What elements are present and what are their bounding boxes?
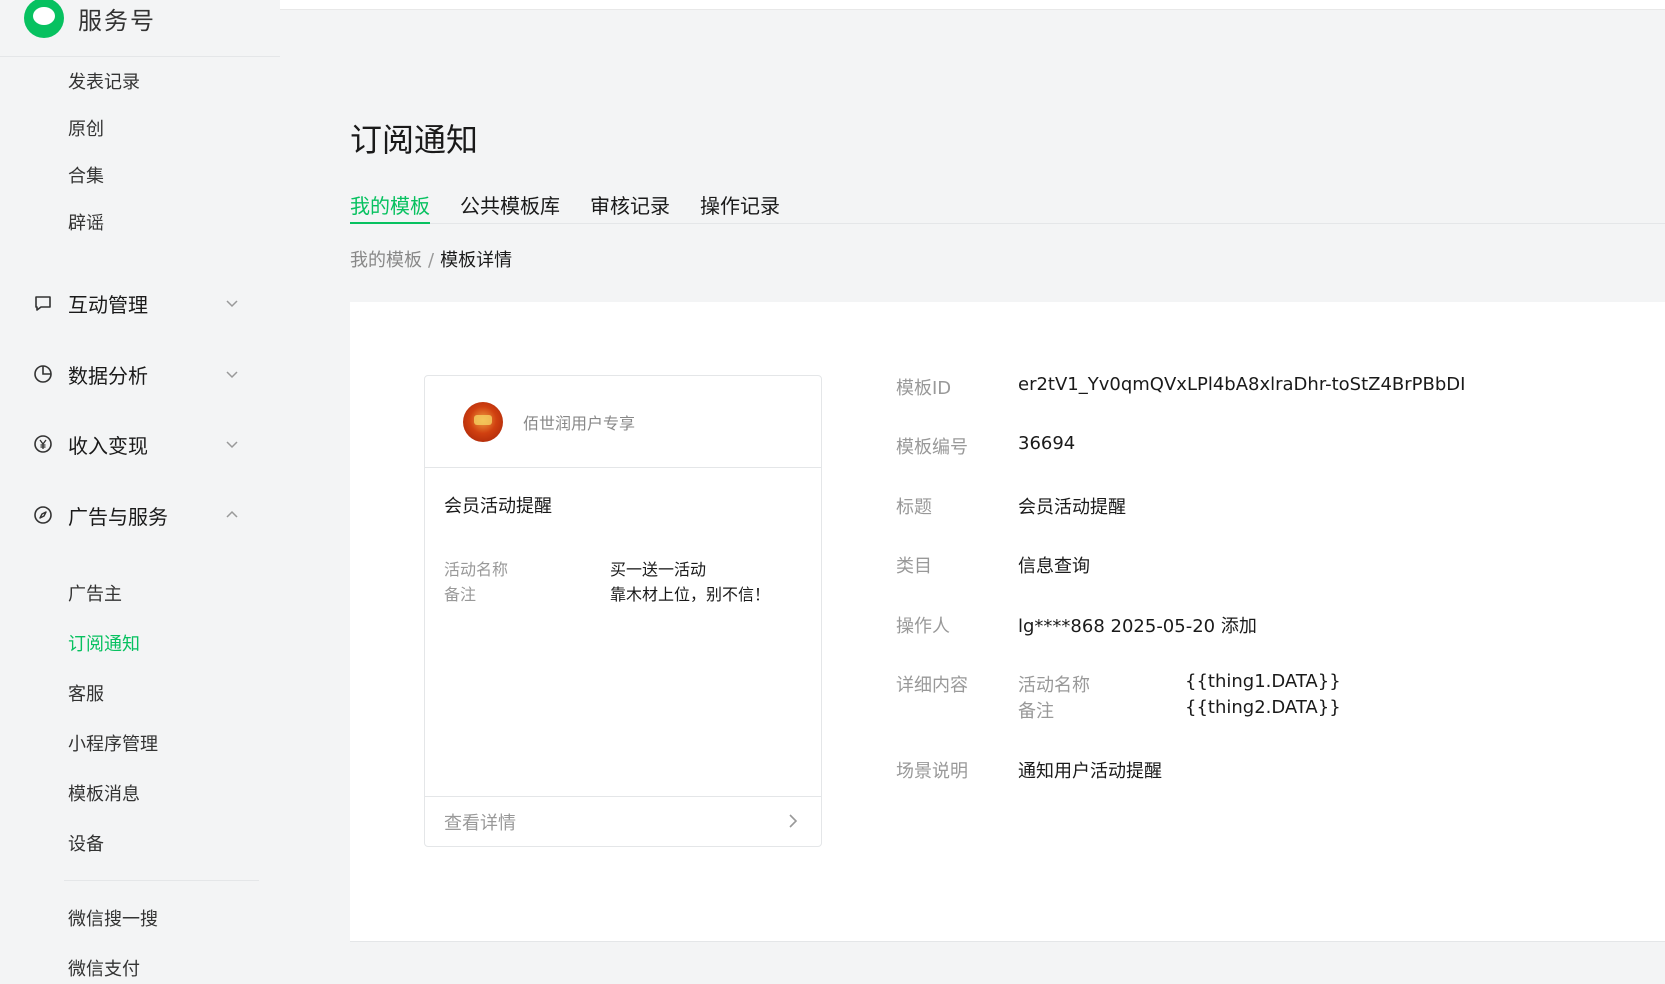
sidebar-item-template-message[interactable]: 模板消息 <box>68 780 140 806</box>
breadcrumb-separator: / <box>428 250 435 271</box>
detail-value: 36694 <box>1018 433 1076 454</box>
tab-review-records[interactable]: 审核记录 <box>590 190 670 224</box>
detail-label: 详细内容 <box>896 675 968 696</box>
brand-logo-icon <box>24 0 64 38</box>
divider <box>0 56 280 57</box>
detail-value: er2tV1_Yv0qmQVxLPl4bA8xlraDhr-toStZ4BrPB… <box>1018 374 1466 395</box>
sidebar-group-interaction[interactable]: 互动管理 <box>32 289 242 317</box>
chevron-down-icon[interactable] <box>222 293 242 313</box>
pie-chart-icon <box>32 363 54 385</box>
divider <box>64 880 259 881</box>
compass-icon <box>32 504 54 526</box>
sidebar-item-mini-program[interactable]: 小程序管理 <box>68 730 158 756</box>
preview-field-value: 买一送一活动 <box>610 560 707 579</box>
detail-value: 通知用户活动提醒 <box>1018 761 1162 782</box>
avatar <box>463 401 503 442</box>
tab-my-templates[interactable]: 我的模板 <box>350 190 430 224</box>
sidebar-group-label: 收入变现 <box>68 433 148 458</box>
chevron-down-icon[interactable] <box>222 434 242 454</box>
sidebar-item-subscription-notice[interactable]: 订阅通知 <box>68 630 140 656</box>
sidebar-item-wechat-search[interactable]: 微信搜一搜 <box>68 905 158 931</box>
content-field-key: 活动名称 <box>1018 675 1090 696</box>
chevron-down-icon[interactable] <box>222 364 242 384</box>
detail-label: 类目 <box>896 556 932 577</box>
brand-name: 服务号 <box>78 6 156 35</box>
sidebar-item-wechat-pay[interactable]: 微信支付 <box>68 955 140 981</box>
breadcrumb-parent[interactable]: 我的模板 <box>350 250 422 271</box>
message-preview: 佰世润用户专享 会员活动提醒 活动名称 买一送一活动 备注 靠木材上位，别不信！… <box>424 375 822 847</box>
detail-value: lg****868 2025-05-20 添加 <box>1018 616 1257 637</box>
sidebar-group-monetization[interactable]: 收入变现 <box>32 430 242 458</box>
preview-field-key: 活动名称 <box>444 560 509 579</box>
content-field-key: 备注 <box>1018 701 1054 722</box>
detail-label: 模板ID <box>896 378 952 399</box>
detail-label: 模板编号 <box>896 437 968 458</box>
tab-bar: 我的模板 公共模板库 审核记录 操作记录 <box>350 186 1665 224</box>
content-field-value: {{thing2.DATA}} <box>1185 697 1341 718</box>
sidebar-group-label: 广告与服务 <box>68 504 168 529</box>
chevron-right-icon <box>785 812 801 834</box>
preview-field-value: 靠木材上位，别不信！ <box>610 585 771 604</box>
view-details-link[interactable]: 查看详情 <box>444 809 516 835</box>
sidebar-item-customer-service[interactable]: 客服 <box>68 680 104 706</box>
sidebar-group-label: 互动管理 <box>68 292 148 317</box>
sidebar-item-advertiser[interactable]: 广告主 <box>68 580 122 606</box>
sidebar: 服务号 发表记录 原创 合集 辟谣 互动管理 数据分析 收入变现 广告与服务 广… <box>0 0 280 984</box>
comment-icon <box>32 292 54 314</box>
sidebar-group-analytics[interactable]: 数据分析 <box>32 360 242 388</box>
sidebar-group-label: 数据分析 <box>68 363 148 388</box>
preview-title: 会员活动提醒 <box>444 496 552 517</box>
sidebar-group-ads-services[interactable]: 广告与服务 <box>32 501 242 529</box>
sidebar-item-device[interactable]: 设备 <box>68 830 104 856</box>
preview-field-key: 备注 <box>444 585 477 604</box>
preview-header: 佰世润用户专享 <box>425 376 821 468</box>
page-title: 订阅通知 <box>350 121 479 159</box>
detail-label: 操作人 <box>896 616 950 637</box>
preview-footer[interactable]: 查看详情 <box>425 796 821 846</box>
tab-operation-records[interactable]: 操作记录 <box>700 190 780 224</box>
brand[interactable]: 服务号 <box>24 0 156 46</box>
yen-icon <box>32 433 54 455</box>
sidebar-item-publish-records[interactable]: 发表记录 <box>68 68 140 94</box>
chevron-up-icon[interactable] <box>222 505 242 525</box>
tab-public-library[interactable]: 公共模板库 <box>460 190 560 224</box>
detail-label: 标题 <box>896 497 932 518</box>
content-field-value: {{thing1.DATA}} <box>1185 671 1341 692</box>
detail-value: 信息查询 <box>1018 556 1090 577</box>
detail-label: 场景说明 <box>896 761 968 782</box>
breadcrumb-current: 模板详情 <box>440 250 513 271</box>
sidebar-item-rumor[interactable]: 辟谣 <box>68 209 104 235</box>
preview-account-name: 佰世润用户专享 <box>523 413 636 433</box>
sidebar-item-collection[interactable]: 合集 <box>68 162 104 188</box>
breadcrumb: 我的模板 / 模板详情 <box>350 246 512 272</box>
detail-value: 会员活动提醒 <box>1018 497 1126 518</box>
template-detail-card: 佰世润用户专享 会员活动提醒 活动名称 买一送一活动 备注 靠木材上位，别不信！… <box>350 302 1665 942</box>
sidebar-item-original[interactable]: 原创 <box>68 115 104 141</box>
